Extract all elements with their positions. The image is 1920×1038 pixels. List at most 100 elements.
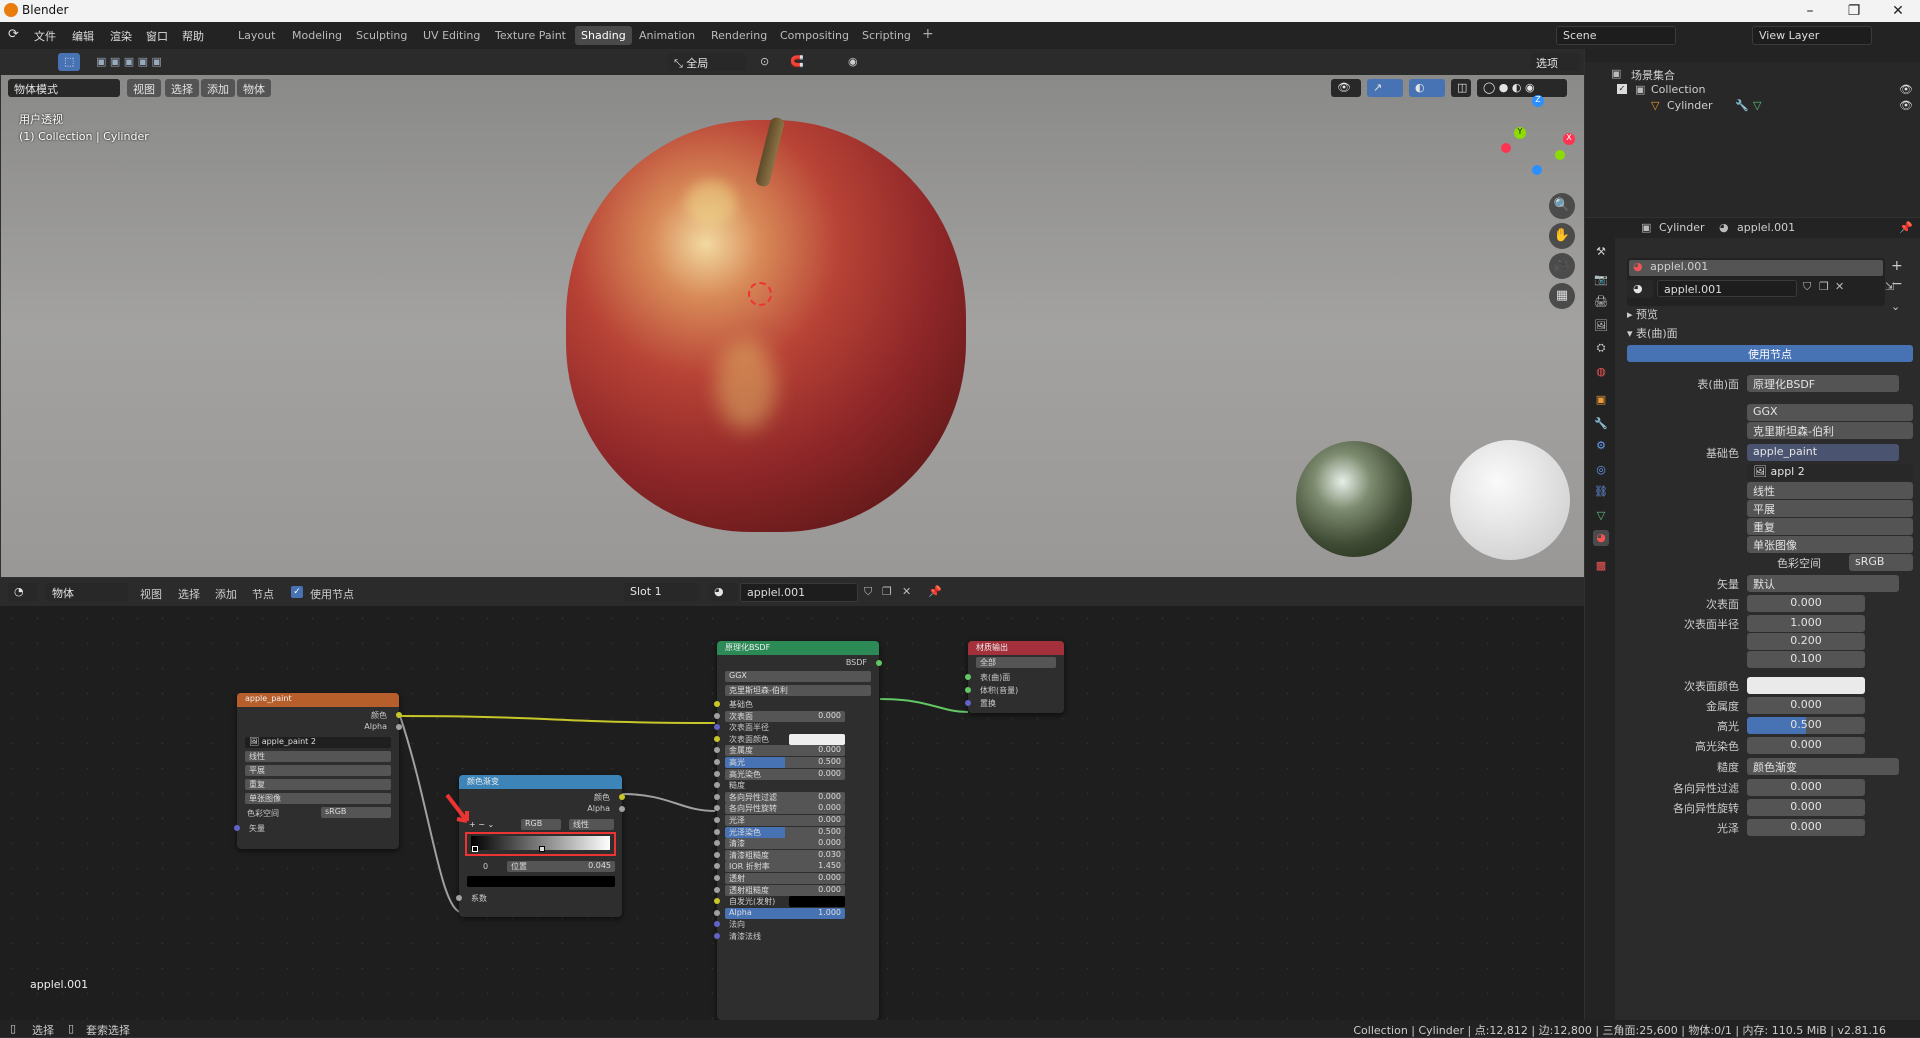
bsdf-input-field[interactable]: 各向异性旋转 0.000 [725, 803, 845, 815]
axis-x-icon[interactable]: X [1563, 133, 1575, 145]
tab-rendering[interactable]: Rendering [705, 26, 773, 45]
collection-checkbox[interactable]: ✓ [1617, 84, 1627, 94]
metallic-field[interactable]: 0.000 [1747, 697, 1865, 714]
visibility-icon[interactable]: 👁 [1331, 79, 1361, 97]
view-layer-field[interactable]: View Layer [1752, 26, 1872, 45]
surface-input-socket[interactable] [965, 674, 971, 680]
extension-dropdown[interactable]: 重复 [245, 779, 391, 790]
menu-node[interactable]: 节点 [252, 586, 274, 602]
menu-select[interactable]: 选择 [165, 79, 199, 97]
base-color-field[interactable]: apple_paint [1747, 444, 1899, 461]
pan-hand-icon[interactable]: ✋ [1549, 223, 1575, 249]
output-tab-icon[interactable]: 🖨 [1593, 294, 1609, 310]
node-editor-canvas[interactable]: apple_paint 颜色 Alpha 🖼 apple_paint 2 线性 … [0, 606, 1584, 1020]
tab-scripting[interactable]: Scripting [856, 26, 917, 45]
material-output-node[interactable]: 材质输出 全部 表(曲)面 体积(音量) 置换 [965, 641, 1064, 713]
bsdf-input-socket[interactable] [714, 909, 720, 916]
node-header[interactable]: 颜色渐变 [459, 775, 622, 789]
shader-type-dropdown[interactable]: 物体 [46, 583, 128, 601]
bsdf-input-socket[interactable] [714, 759, 720, 765]
axis-z-icon[interactable]: Z [1532, 95, 1544, 107]
mode-dropdown[interactable]: 物体模式 [8, 79, 120, 97]
bsdf-input-socket[interactable] [714, 933, 720, 939]
bsdf-input-field[interactable]: 高光染色 0.000 [725, 768, 845, 780]
navigation-gizmo[interactable]: Z X Y [1497, 95, 1577, 175]
source-dropdown[interactable]: 单张图像 [245, 793, 391, 804]
add-workspace-icon[interactable]: + [922, 26, 934, 42]
bsdf-input-field[interactable]: 清漆 0.000 [725, 838, 845, 850]
bsdf-input-socket[interactable] [714, 886, 720, 893]
output-color-socket[interactable] [396, 712, 402, 718]
bsdf-input-socket[interactable] [714, 898, 720, 905]
menu-render[interactable]: 渲染 [110, 28, 132, 44]
tab-shading[interactable]: Shading [575, 26, 632, 45]
subsurface-field[interactable]: 0.000 [1747, 595, 1865, 612]
output-alpha-socket[interactable] [619, 806, 625, 812]
subsurface-radius-z[interactable]: 0.100 [1747, 651, 1865, 668]
physics-tab-icon[interactable]: ◎ [1593, 462, 1609, 478]
select-tool-icon[interactable]: ⬚ [58, 53, 80, 71]
pin-icon[interactable]: 📌 [928, 585, 942, 598]
vector-field[interactable]: 默认 [1747, 575, 1899, 592]
ramp-color-mode-dropdown[interactable]: RGB [521, 819, 561, 830]
subsurface-color-swatch[interactable] [1747, 677, 1865, 694]
extension-dropdown[interactable]: 重复 [1747, 518, 1913, 535]
ramp-interpolation-dropdown[interactable]: 线性 [569, 819, 614, 830]
pivot-icon[interactable]: ⊙ [760, 55, 769, 68]
distribution-dropdown[interactable]: GGX [725, 671, 871, 682]
bsdf-input-socket[interactable] [714, 747, 720, 754]
image-datablock-field[interactable]: 🖼 apple_paint 2 [245, 737, 391, 748]
bsdf-input-socket[interactable] [714, 724, 720, 731]
source-dropdown[interactable]: 单张图像 [1747, 536, 1913, 553]
surface-shader-field[interactable]: 原理化BSDF [1747, 375, 1899, 392]
bsdf-input-socket[interactable] [714, 712, 720, 719]
specular-tint-field[interactable]: 0.000 [1747, 737, 1865, 754]
tab-modeling[interactable]: Modeling [286, 26, 348, 45]
color-space-dropdown[interactable]: sRGB [321, 807, 391, 818]
menu-file[interactable]: 文件 [34, 28, 56, 44]
distribution-dropdown[interactable]: GGX [1747, 404, 1913, 421]
fake-user-icon[interactable]: ⛉ [864, 585, 872, 599]
node-header[interactable]: 原理化BSDF [717, 641, 879, 655]
bsdf-input-socket[interactable] [714, 921, 720, 928]
menu-object[interactable]: 物体 [237, 79, 271, 97]
view-layer-tab-icon[interactable]: 🖼 [1593, 318, 1609, 334]
options-dropdown[interactable]: 选项 [1530, 53, 1580, 71]
bsdf-input-socket[interactable] [714, 735, 720, 742]
bsdf-input-field[interactable]: 光泽染色 0.500 [725, 826, 845, 838]
scene-field[interactable]: Scene [1556, 26, 1676, 45]
eye-icon[interactable]: 👁 [1899, 99, 1913, 112]
subsurface-method-dropdown[interactable]: 克里斯坦森-伯利 [1747, 422, 1913, 439]
bsdf-color-swatch[interactable] [789, 733, 845, 745]
bsdf-input-field[interactable]: 透射 0.000 [725, 873, 845, 884]
tab-texture-paint[interactable]: Texture Paint [489, 26, 572, 45]
axis-neg-y-icon[interactable] [1555, 150, 1565, 160]
material-tab-icon[interactable]: ◕ [1593, 530, 1609, 546]
pin-icon[interactable]: 📌 [1899, 221, 1913, 234]
bsdf-input-socket[interactable] [714, 793, 720, 800]
material-browse-icon[interactable]: ◕ [1627, 280, 1653, 298]
bsdf-input-socket[interactable] [714, 701, 720, 707]
object-label[interactable]: Cylinder [1667, 99, 1713, 112]
interpolation-dropdown[interactable]: 线性 [245, 751, 391, 762]
stop-position-field[interactable]: 位置 0.045 [507, 861, 615, 872]
blender-menu-icon[interactable]: ⟳ [8, 27, 19, 42]
interpolation-dropdown[interactable]: 线性 [1747, 482, 1913, 499]
tab-uv-editing[interactable]: UV Editing [417, 26, 486, 45]
principled-bsdf-node[interactable]: 原理化BSDF BSDF GGX 克里斯坦森-伯利 基础色 次表面 0.000 次表面… [714, 641, 882, 1020]
menu-add[interactable]: 添加 [201, 79, 235, 97]
mesh-data-icon[interactable]: ▽ [1753, 99, 1761, 112]
ramp-stop-black[interactable] [472, 846, 478, 852]
overlay-icon[interactable]: ◐ [1409, 79, 1445, 97]
menu-edit[interactable]: 编辑 [72, 28, 94, 44]
fake-user-icon[interactable]: ⛉ [1803, 280, 1811, 294]
tab-animation[interactable]: Animation [633, 26, 701, 45]
subsurface-method-dropdown[interactable]: 克里斯坦森-伯利 [725, 685, 871, 696]
object-tab-icon[interactable]: ▣ [1593, 392, 1609, 408]
active-stop-index[interactable]: 0 [483, 862, 488, 871]
fac-input-socket[interactable] [456, 895, 462, 901]
subsurface-radius-y[interactable]: 0.200 [1747, 633, 1865, 650]
bsdf-input-socket[interactable] [714, 851, 720, 858]
bsdf-input-field[interactable]: 次表面 0.000 [725, 710, 845, 722]
bsdf-input-field[interactable]: 透射粗糙度 0.000 [725, 884, 845, 896]
